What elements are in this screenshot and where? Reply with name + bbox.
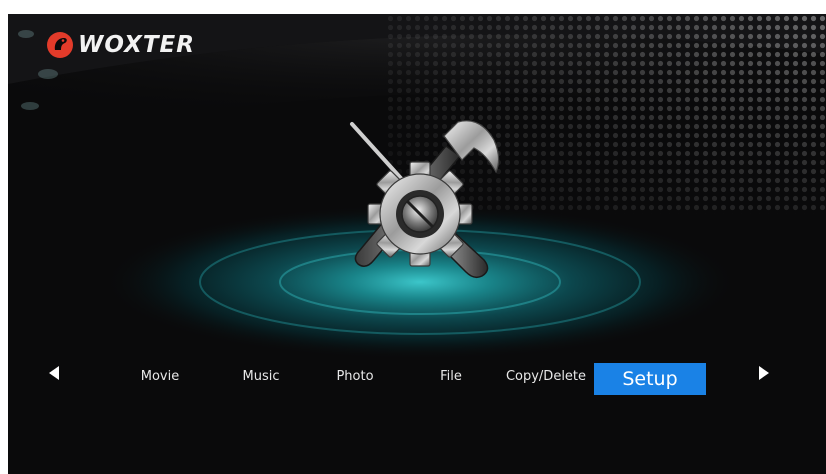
menu-next-button[interactable]: [754, 363, 774, 383]
triangle-left-icon: [49, 366, 59, 380]
menu-item-music[interactable]: Music: [230, 363, 292, 395]
woxter-badge-icon: [47, 32, 73, 58]
setup-tools-icon: [350, 120, 500, 279]
menu-item-copy-delete[interactable]: Copy/Delete: [504, 363, 588, 395]
menu-item-photo[interactable]: Photo: [324, 363, 386, 395]
menu-item-setup[interactable]: Setup: [594, 363, 706, 395]
media-player-screen: WOXTER Movie Music Photo File Copy/Delet…: [8, 14, 826, 474]
brand-name: WOXTER: [78, 32, 195, 58]
menu-prev-button[interactable]: [44, 363, 64, 383]
triangle-right-icon: [759, 366, 769, 380]
menu-item-file[interactable]: File: [426, 363, 476, 395]
menu-item-movie[interactable]: Movie: [126, 363, 194, 395]
brand-logo: WOXTER: [46, 30, 195, 60]
